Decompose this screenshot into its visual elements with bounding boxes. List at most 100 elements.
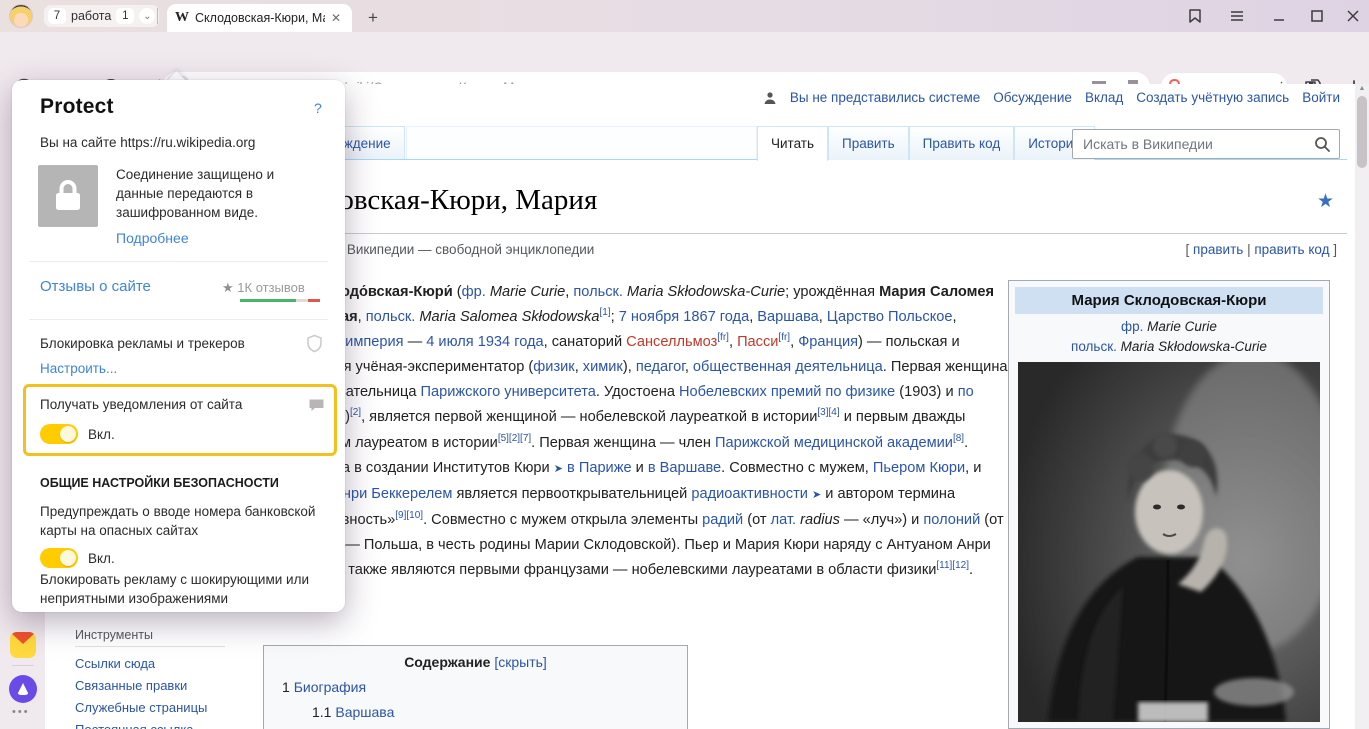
- wiki-link[interactable]: 1867 года: [683, 309, 749, 325]
- yandex-mail-icon[interactable]: [10, 632, 36, 658]
- wiki-link[interactable]: в Париже: [567, 460, 632, 476]
- personal-link[interactable]: Создать учётную запись: [1136, 90, 1289, 105]
- wiki-link[interactable]: Франция: [798, 334, 858, 350]
- strip-more-icon[interactable]: •••: [12, 706, 30, 718]
- toc-link[interactable]: Биография: [294, 679, 366, 695]
- divider: [29, 319, 328, 320]
- wiki-link[interactable]: Пьером Кюри: [873, 460, 965, 476]
- infobox-fr-name: фр. Marie Curie: [1013, 319, 1325, 334]
- personal-link[interactable]: Войти: [1302, 90, 1340, 105]
- lead-text: ),: [623, 359, 636, 375]
- wiki-link[interactable]: радий: [702, 512, 743, 528]
- wiki-link[interactable]: 4 июля: [426, 334, 473, 350]
- wiki-link[interactable]: общественная деятельница: [693, 359, 883, 375]
- edit-link[interactable]: править код: [1254, 242, 1329, 257]
- toc-number: 1.1: [312, 704, 335, 720]
- wiki-link[interactable]: полоний: [923, 512, 980, 528]
- wiki-link[interactable]: радиоактивности: [691, 486, 808, 502]
- wiki-redlink[interactable]: Санселльмоз: [626, 334, 717, 350]
- bookmarks-panel-icon[interactable]: [1186, 7, 1204, 25]
- tab-group-chip[interactable]: 7 работа 1 ⌄: [44, 5, 159, 27]
- reference-link[interactable]: [fr]: [717, 332, 729, 343]
- wiki-link[interactable]: Царство Польское: [827, 309, 953, 325]
- reference-link[interactable]: [5][2][7]: [498, 433, 531, 444]
- wiki-link[interactable]: Нобелевских премий по физике: [679, 384, 895, 400]
- portrait-photo[interactable]: [1018, 362, 1320, 722]
- window-close-icon[interactable]: [1344, 7, 1362, 25]
- profile-avatar[interactable]: [9, 4, 33, 28]
- tab-Править код[interactable]: Править код: [909, 126, 1015, 160]
- watchlist-star-icon[interactable]: ★: [1317, 190, 1334, 213]
- new-tab-button[interactable]: +: [362, 7, 384, 29]
- reference-link[interactable]: [fr]: [778, 332, 790, 343]
- wiki-link[interactable]: педагог: [636, 359, 685, 375]
- sidebar-tool-link[interactable]: Связанные правки: [75, 678, 207, 693]
- browser-menu-icon[interactable]: [1228, 7, 1246, 25]
- personal-link[interactable]: Обсуждение: [993, 90, 1072, 105]
- wiki-link[interactable]: химик: [583, 359, 623, 375]
- reviews-rating-bar: [240, 299, 320, 302]
- wiki-link[interactable]: фр.: [462, 284, 486, 300]
- infobox-pl-name: польск. Maria Skłodowska-Curie: [1013, 339, 1325, 354]
- site-reviews-link[interactable]: Отзывы о сайте: [40, 278, 151, 295]
- toc-link[interactable]: Варшава: [335, 704, 394, 720]
- reference-link[interactable]: [2]: [350, 408, 361, 419]
- tab-Править[interactable]: Править: [828, 126, 909, 160]
- scrollbar-up-icon[interactable]: ▲: [1357, 85, 1367, 92]
- wiki-link[interactable]: физик: [533, 359, 574, 375]
- details-link[interactable]: Подробнее: [116, 230, 189, 246]
- lead-text: и: [632, 460, 648, 476]
- window-maximize-icon[interactable]: [1308, 7, 1326, 25]
- wiki-link[interactable]: польск.: [366, 309, 416, 325]
- wiki-link[interactable]: 1934 года: [478, 334, 544, 350]
- pl-lang-link[interactable]: польск.: [1071, 339, 1117, 354]
- wiki-search-box[interactable]: [1072, 129, 1340, 159]
- wiki-link[interactable]: Парижского университета: [421, 384, 596, 400]
- fr-lang-link[interactable]: фр.: [1121, 319, 1143, 334]
- configure-link[interactable]: Настроить...: [40, 361, 117, 376]
- wiki-link[interactable]: Парижской медицинской академии: [715, 435, 953, 451]
- edit-link[interactable]: править: [1193, 242, 1243, 257]
- lead-text: , санаторий: [544, 334, 627, 350]
- lead-text: (от: [980, 512, 1003, 528]
- notifications-toggle[interactable]: [40, 424, 78, 444]
- reference-link[interactable]: [3][4]: [817, 408, 839, 419]
- tab-Читать[interactable]: Читать: [757, 126, 828, 161]
- window-minimize-icon[interactable]: [1270, 7, 1288, 25]
- tab-group-badge: 1: [116, 8, 134, 24]
- sidebar-tools-header: Инструменты: [75, 628, 225, 647]
- lead-text: ;: [611, 309, 619, 325]
- wiki-redlink[interactable]: Пасси: [737, 334, 778, 350]
- wiki-link[interactable]: лат.: [771, 512, 796, 528]
- reference-link[interactable]: [1]: [599, 307, 610, 318]
- reference-link[interactable]: [11][12]: [936, 560, 969, 571]
- wiki-search-input[interactable]: [1081, 135, 1314, 153]
- tab-group-chevron-icon[interactable]: ⌄: [139, 8, 155, 24]
- search-icon[interactable]: [1314, 136, 1331, 153]
- tab-close-icon[interactable]: ✕: [331, 11, 341, 25]
- goto-arrow-icon[interactable]: ➤: [554, 463, 563, 475]
- wiki-link[interactable]: Варшава: [757, 309, 819, 325]
- wiki-link[interactable]: польск.: [573, 284, 623, 300]
- protect-help-link[interactable]: ?: [314, 100, 322, 116]
- wiki-link[interactable]: в Варшаве: [648, 460, 721, 476]
- sidebar-tool-link[interactable]: Постоянная ссылка: [75, 722, 207, 729]
- card-warning-toggle[interactable]: [40, 548, 78, 568]
- lead-italic: Maria Skłodowska-Curie: [623, 284, 785, 300]
- sidebar-tool-link[interactable]: Ссылки сюда: [75, 656, 207, 671]
- reference-link[interactable]: [9][10]: [395, 510, 423, 521]
- browser-tab[interactable]: W Склодовская-Кюри, Ма ✕: [167, 4, 352, 32]
- reference-link[interactable]: [8]: [953, 433, 964, 444]
- sidebar-tool-link[interactable]: Служебные страницы: [75, 700, 207, 715]
- view-tabs: ЧитатьПравитьПравить кодИстория: [757, 126, 1095, 161]
- alice-assistant-icon[interactable]: [9, 675, 37, 703]
- toc-hide-link[interactable]: [скрыть]: [494, 654, 546, 670]
- article-lead-paragraph: Мари́я Склодо́вская-Кюри́ (фр. Marie Cur…: [263, 280, 1008, 583]
- shocking-ads-label: Блокировать рекламу с шокирующими или не…: [40, 570, 326, 608]
- page-scrollbar[interactable]: [1355, 84, 1369, 729]
- wiki-link[interactable]: 7 ноября: [619, 309, 679, 325]
- personal-link[interactable]: Вклад: [1085, 90, 1123, 105]
- personal-link[interactable]: Вы не представились системе: [790, 90, 980, 105]
- goto-arrow-icon[interactable]: ➤: [812, 489, 821, 501]
- scrollbar-thumb[interactable]: [1357, 96, 1367, 168]
